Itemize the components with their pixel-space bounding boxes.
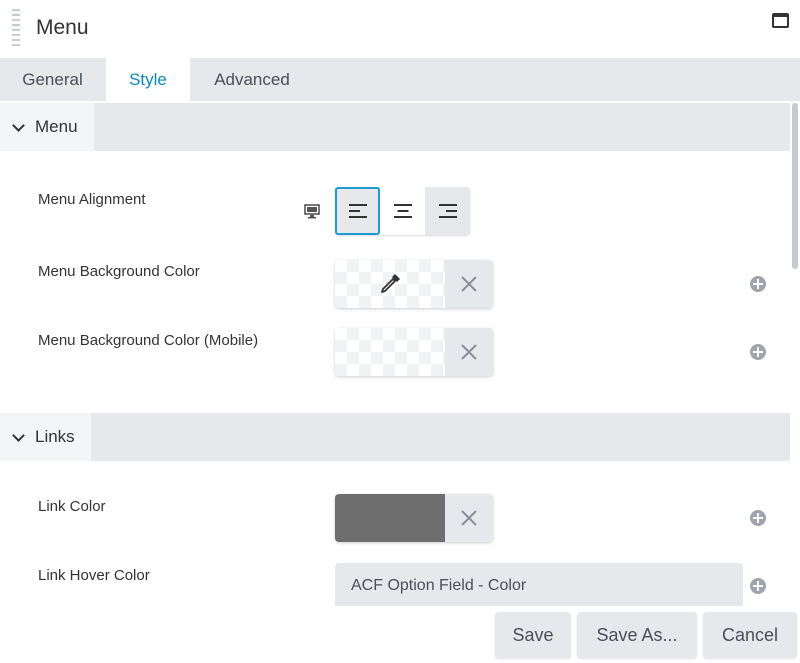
color-swatch[interactable] <box>335 494 445 542</box>
menu-alignment-label: Menu Alignment <box>38 191 146 208</box>
align-left-icon <box>348 204 367 218</box>
drag-handle-icon[interactable] <box>12 9 20 49</box>
menu-alignment-group <box>335 187 470 235</box>
link-color-label: Link Color <box>38 498 106 515</box>
menu-background-color-mobile-label: Menu Background Color (Mobile) <box>38 332 259 349</box>
close-icon <box>461 276 477 292</box>
panel-title: Menu <box>36 16 89 39</box>
color-swatch[interactable] <box>335 328 445 376</box>
menu-background-color-mobile-picker <box>335 328 493 376</box>
align-right-icon <box>438 204 457 218</box>
menu-background-color-label: Menu Background Color <box>38 263 200 280</box>
add-connection-icon[interactable] <box>750 344 766 360</box>
tab-bar: General Style Advanced <box>0 58 800 101</box>
add-connection-icon[interactable] <box>750 510 766 526</box>
link-color-picker <box>335 494 493 542</box>
clear-color-button[interactable] <box>445 494 493 542</box>
align-center-button[interactable] <box>380 187 425 235</box>
eyedropper-icon <box>381 274 400 293</box>
color-swatch[interactable] <box>335 260 445 308</box>
close-icon <box>461 344 477 360</box>
clear-color-button[interactable] <box>445 260 493 308</box>
section-toggle-menu[interactable]: Menu <box>0 103 94 151</box>
chevron-down-icon <box>12 118 25 132</box>
save-as-button[interactable]: Save As... <box>577 612 697 658</box>
add-connection-icon[interactable] <box>750 578 766 594</box>
scrollbar-thumb[interactable] <box>792 103 798 269</box>
tab-advanced[interactable]: Advanced <box>190 58 314 101</box>
tab-style[interactable]: Style <box>106 58 190 101</box>
align-center-icon <box>393 204 412 218</box>
save-button[interactable]: Save <box>495 612 571 658</box>
section-header-menu: Menu <box>0 103 790 151</box>
link-hover-color-label: Link Hover Color <box>38 567 150 584</box>
add-connection-icon[interactable] <box>750 276 766 292</box>
section-toggle-links[interactable]: Links <box>0 413 91 461</box>
align-right-button[interactable] <box>425 187 470 235</box>
maximize-icon[interactable] <box>772 13 789 28</box>
panel-header: Menu <box>0 0 800 58</box>
panel-footer: Save Save As... Cancel <box>0 606 800 663</box>
chevron-down-icon <box>12 428 25 442</box>
menu-background-color-picker <box>335 260 493 308</box>
section-title: Menu <box>35 117 78 136</box>
close-icon <box>461 510 477 526</box>
section-header-links: Links <box>0 413 790 461</box>
align-left-button[interactable] <box>335 187 380 235</box>
link-hover-color-connected-field[interactable]: ACF Option Field - Color <box>335 563 743 606</box>
cancel-button[interactable]: Cancel <box>703 612 797 658</box>
clear-color-button[interactable] <box>445 328 493 376</box>
scrollbar[interactable] <box>790 101 800 606</box>
desktop-icon[interactable] <box>304 203 320 219</box>
settings-content: Menu Menu Alignment Menu Background Colo… <box>0 101 800 606</box>
section-title: Links <box>35 427 75 446</box>
tab-general[interactable]: General <box>0 58 105 101</box>
